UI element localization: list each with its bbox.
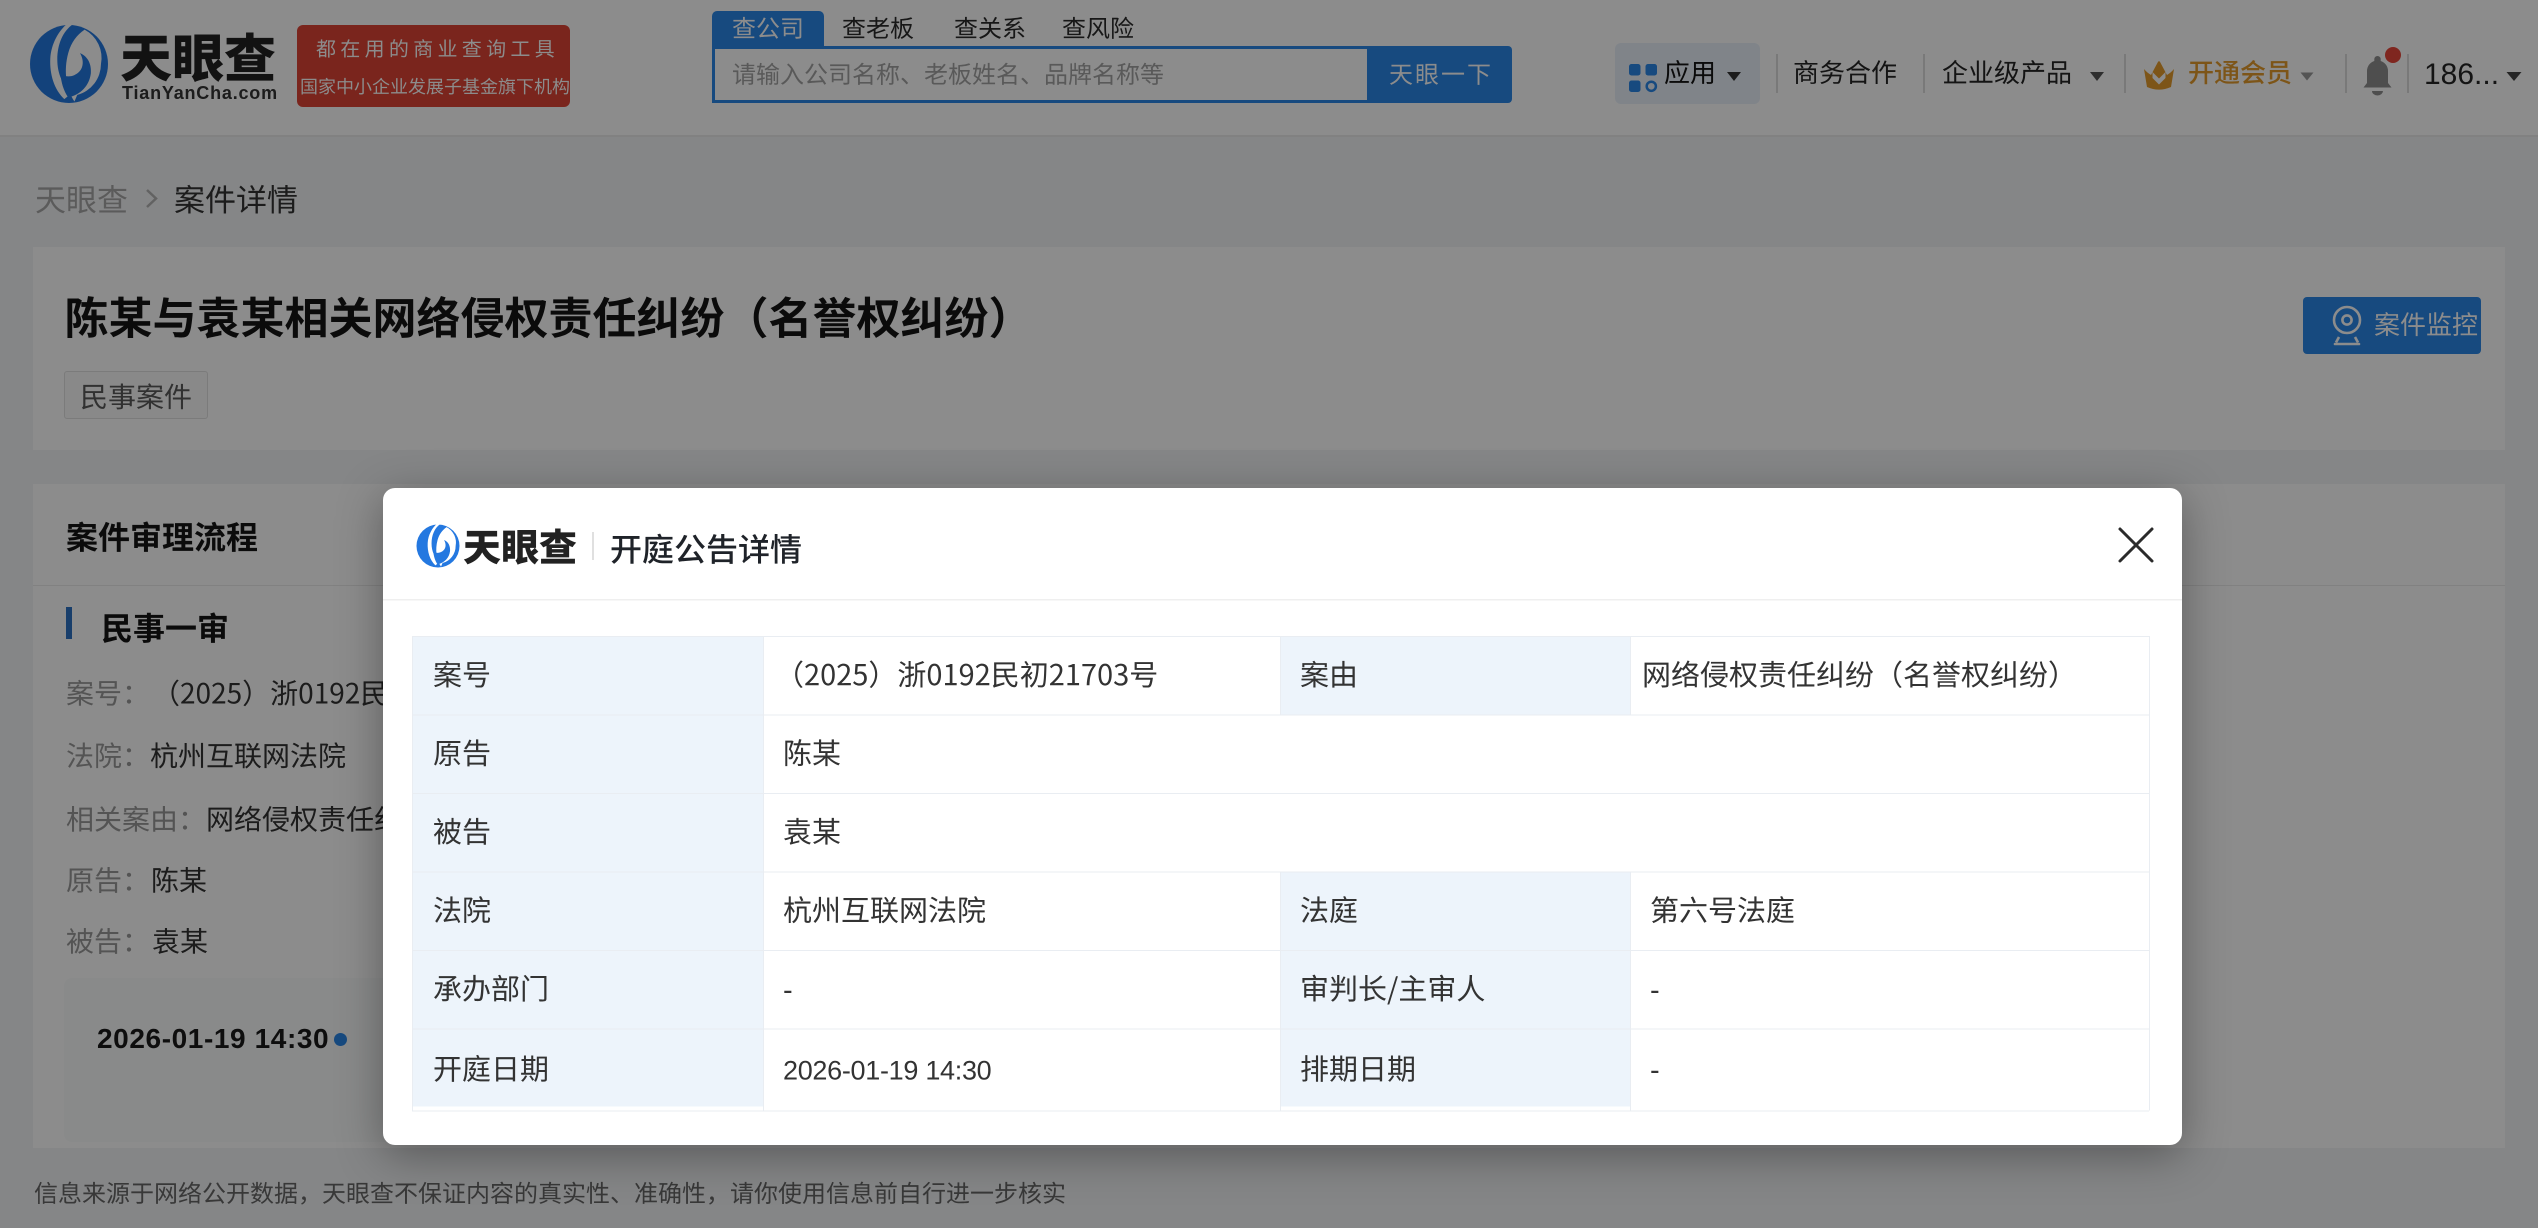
svg-text:-: - (783, 974, 793, 1006)
svg-text:-: - (1650, 1055, 1660, 1087)
svg-text:-: - (1650, 974, 1660, 1006)
svg-text:2026-01-19 14:30: 2026-01-19 14:30 (783, 1056, 991, 1086)
